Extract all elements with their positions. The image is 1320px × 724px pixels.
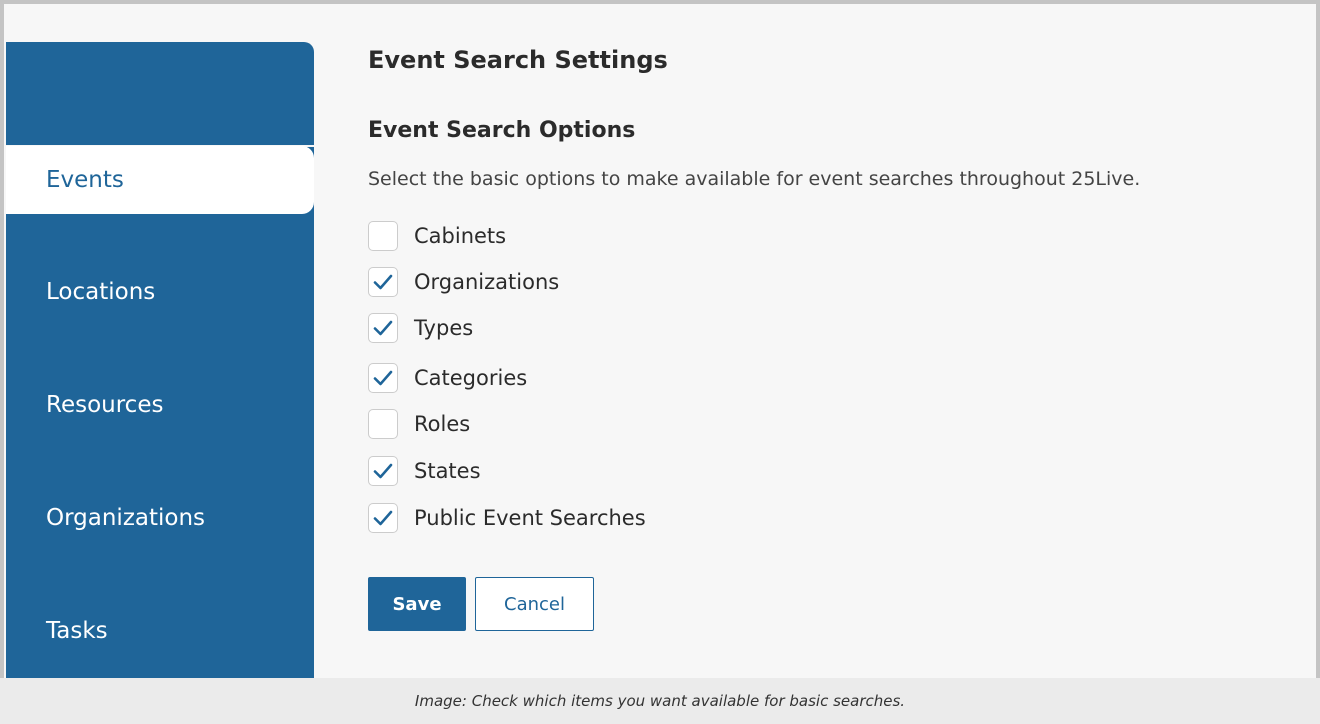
option-label: Public Event Searches (414, 506, 646, 530)
option-categories[interactable]: Categories (368, 361, 527, 395)
option-label: Categories (414, 366, 528, 390)
option-states[interactable]: States (368, 454, 481, 488)
option-organizations[interactable]: Organizations (368, 265, 559, 299)
sidebar-item-organizations[interactable]: Organizations (6, 498, 314, 538)
sidebar-item-resources[interactable]: Resources (6, 385, 314, 425)
checkbox[interactable] (368, 221, 398, 251)
checkmark-icon (373, 510, 393, 526)
option-label: Organizations (414, 270, 560, 294)
sidebar-item-label: Locations (46, 279, 156, 305)
checkbox[interactable] (368, 409, 398, 439)
option-label: Roles (414, 412, 471, 436)
option-label: Types (414, 316, 474, 340)
checkmark-icon (373, 320, 393, 336)
option-label: States (414, 459, 481, 483)
checkbox[interactable] (368, 503, 398, 533)
checkmark-icon (373, 370, 393, 386)
sidebar-item-label: Events (46, 167, 124, 193)
page-title: Event Search Settings (368, 46, 668, 74)
sidebar: Events Locations Resources Organizations… (6, 42, 314, 682)
checkbox[interactable] (368, 313, 398, 343)
save-button[interactable]: Save (368, 577, 466, 631)
section-description: Select the basic options to make availab… (368, 168, 1141, 190)
option-label: Cabinets (414, 224, 507, 248)
option-types[interactable]: Types (368, 311, 473, 345)
sidebar-item-label: Resources (46, 392, 164, 418)
image-caption: Image: Check which items you want availa… (414, 692, 906, 710)
checkmark-icon (373, 274, 393, 290)
section-title: Event Search Options (368, 118, 636, 143)
app-frame: Events Locations Resources Organizations… (0, 0, 1320, 724)
checkbox[interactable] (368, 363, 398, 393)
option-cabinets[interactable]: Cabinets (368, 219, 506, 253)
caption-bar: Image: Check which items you want availa… (0, 678, 1320, 724)
checkbox[interactable] (368, 456, 398, 486)
checkmark-icon (373, 463, 393, 479)
cancel-button[interactable]: Cancel (475, 577, 594, 631)
option-roles[interactable]: Roles (368, 407, 470, 441)
sidebar-item-label: Organizations (46, 505, 206, 531)
checkbox[interactable] (368, 267, 398, 297)
option-public-event-searches[interactable]: Public Event Searches (368, 501, 646, 535)
sidebar-item-tasks[interactable]: Tasks (6, 611, 314, 651)
sidebar-item-events[interactable]: Events (6, 146, 314, 214)
sidebar-item-locations[interactable]: Locations (6, 272, 314, 312)
sidebar-item-label: Tasks (46, 618, 108, 644)
